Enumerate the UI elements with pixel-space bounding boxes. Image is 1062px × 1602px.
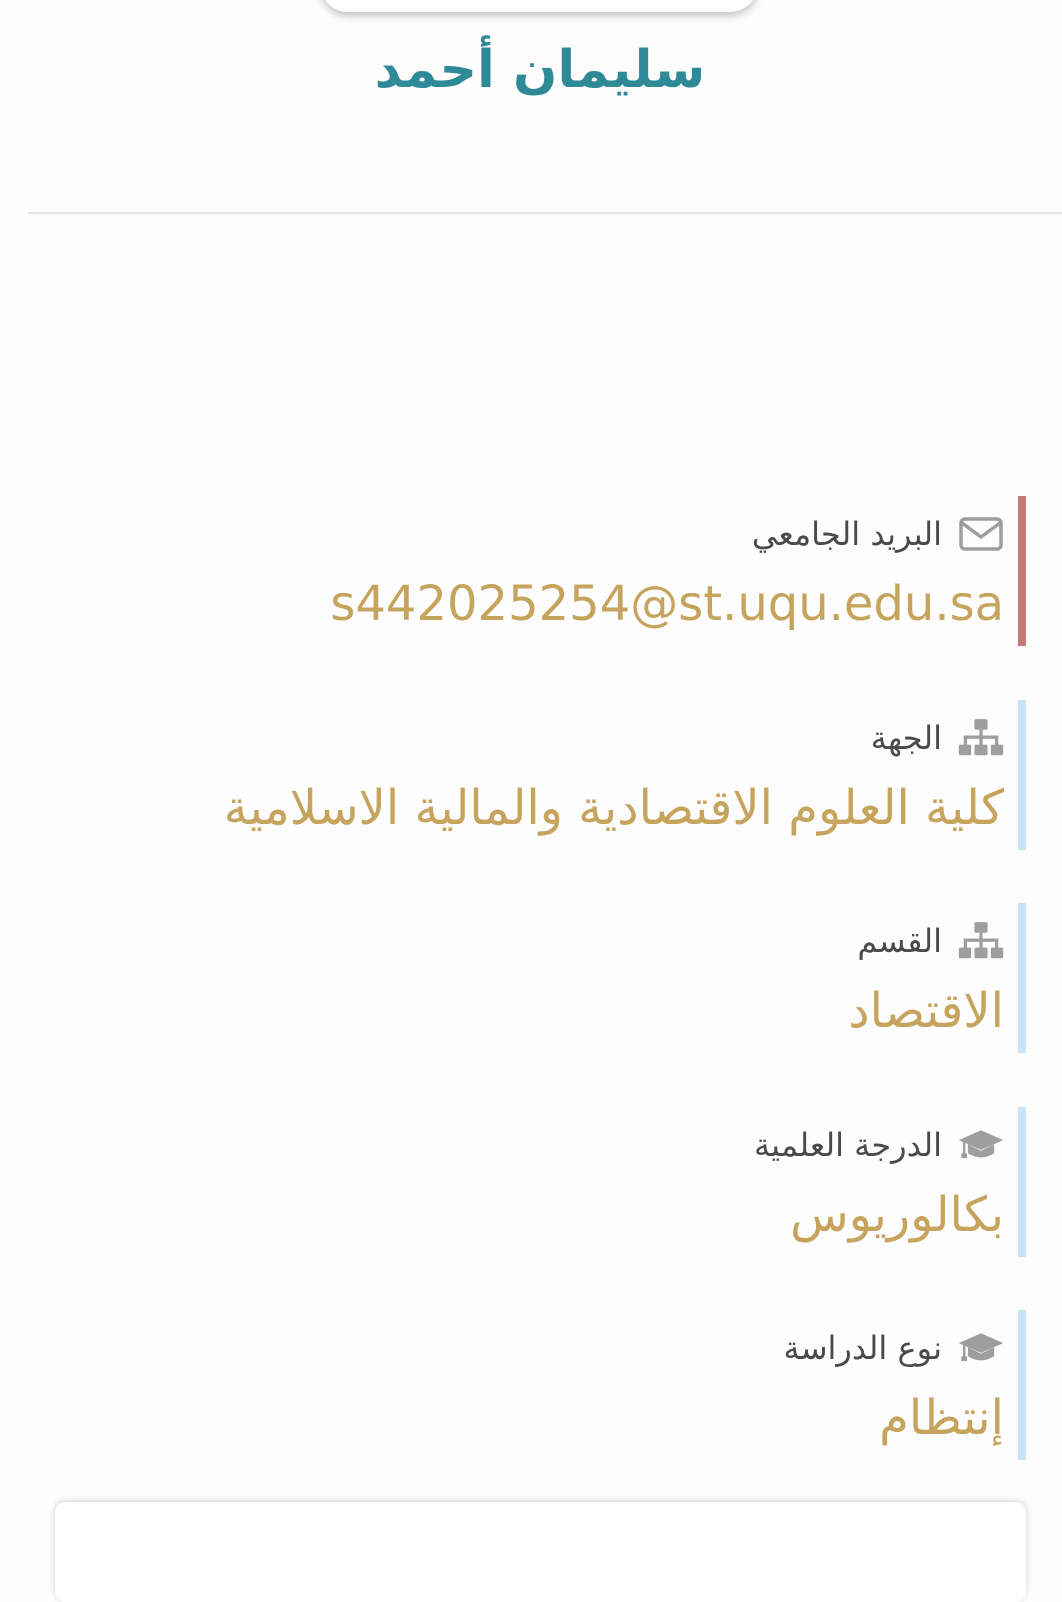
sitemap-icon [958, 718, 1004, 758]
info-item-email: البريد الجامعي s442025254@st.uqu.edu.sa [66, 496, 1026, 646]
accent-bar [1018, 700, 1026, 850]
info-item-degree: الدرجة العلمية بكالوريوس [66, 1107, 1026, 1257]
department-value: الاقتصاد [848, 983, 1004, 1039]
accent-bar [1018, 1310, 1026, 1460]
graduation-cap-icon [958, 1328, 1004, 1368]
department-label: القسم [857, 922, 942, 960]
graduation-cap-icon [958, 1125, 1004, 1165]
user-name: سليمان أحمد [374, 40, 706, 100]
study-type-label: نوع الدراسة [783, 1329, 942, 1367]
profile-header-card [320, 0, 758, 12]
info-item-study-type: نوع الدراسة إنتظام [66, 1310, 1026, 1460]
sitemap-icon [958, 921, 1004, 961]
college-value: كلية العلوم الاقتصادية والمالية الاسلامي… [223, 780, 1004, 836]
info-item-department: القسم الاقتصاد [66, 903, 1026, 1053]
info-item-college: الجهة كلية العلوم الاقتصادية والمالية ال… [66, 700, 1026, 850]
accent-bar [1018, 1107, 1026, 1257]
envelope-icon [958, 514, 1004, 554]
divider [28, 212, 1062, 214]
accent-bar [1018, 496, 1026, 646]
email-label: البريد الجامعي [751, 515, 942, 553]
bottom-card [55, 1502, 1026, 1602]
college-label: الجهة [870, 719, 942, 757]
accent-bar [1018, 903, 1026, 1053]
degree-value: بكالوريوس [790, 1187, 1004, 1243]
email-value: s442025254@st.uqu.edu.sa [330, 576, 1004, 632]
study-type-value: إنتظام [879, 1390, 1004, 1446]
degree-label: الدرجة العلمية [754, 1126, 942, 1164]
